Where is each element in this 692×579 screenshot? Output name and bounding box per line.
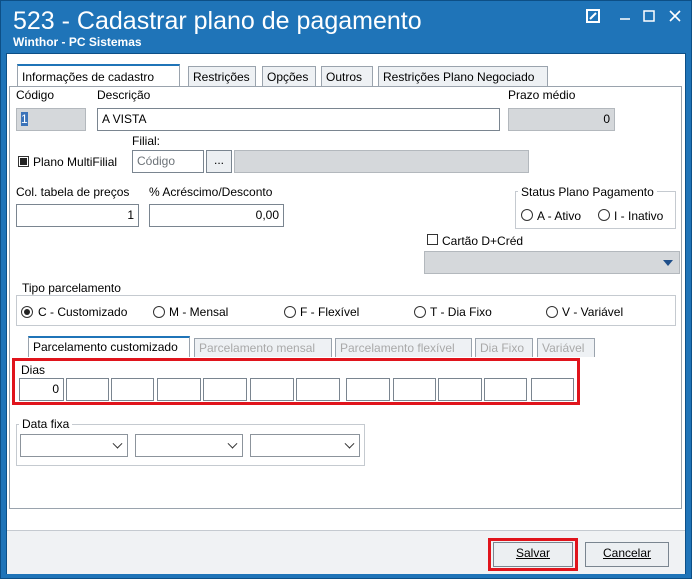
subtab-variavel[interactable]: Variável <box>537 338 595 357</box>
app-window: 523 - Cadastrar plano de pagamento Winth… <box>0 0 692 579</box>
dropdown-arrow-icon <box>663 260 673 266</box>
subtab-parcelamento-mensal[interactable]: Parcelamento mensal <box>194 338 332 357</box>
window-title: 523 - Cadastrar plano de pagamento <box>13 7 422 35</box>
dia-input-1[interactable]: 0 <box>19 378 64 401</box>
dia-input-2[interactable] <box>66 378 109 401</box>
data-fixa-dropdown-2[interactable] <box>135 434 243 457</box>
descricao-field[interactable]: A VISTA <box>97 108 500 131</box>
filial-name-field <box>234 150 529 173</box>
multifilial-checkbox[interactable] <box>18 156 29 167</box>
tipo-customizado-label: C - Customizado <box>38 305 128 319</box>
tab-informacoes-de-cadastro[interactable]: Informações de cadastro <box>17 64 180 88</box>
acrescimo-label: % Acréscimo/Desconto <box>149 185 273 199</box>
filial-search-button[interactable]: ... <box>206 150 232 173</box>
codigo-field[interactable]: 1 <box>16 108 86 131</box>
maximize-icon[interactable] <box>639 9 659 27</box>
tipo-flexivel-label: F - Flexível <box>300 305 360 319</box>
prazo-medio-field: 0 <box>508 108 615 131</box>
acrescimo-field[interactable]: 0,00 <box>149 204 284 227</box>
dia-input-4[interactable] <box>157 378 201 401</box>
status-inativo-radio[interactable] <box>598 209 610 221</box>
cartao-label: Cartão D+Créd <box>442 234 524 248</box>
minimize-icon[interactable] <box>615 9 635 27</box>
dia-input-10[interactable] <box>438 378 482 401</box>
data-fixa-dropdown-3[interactable] <box>250 434 360 457</box>
tab-outros[interactable]: Outros <box>321 66 373 87</box>
tipo-dia-fixo-radio[interactable] <box>414 306 426 318</box>
dias-label: Dias <box>21 363 46 377</box>
cartao-checkbox[interactable] <box>427 234 438 245</box>
tipo-dia-fixo-label: T - Dia Fixo <box>430 305 492 319</box>
filial-label: Filial: <box>132 134 161 148</box>
tipo-variavel-label: V - Variável <box>562 305 624 319</box>
dia-input-12[interactable] <box>531 378 574 401</box>
subtab-parcelamento-flexivel[interactable]: Parcelamento flexível <box>335 338 472 357</box>
descricao-label: Descrição <box>97 88 151 102</box>
chevron-down-icon <box>344 438 355 449</box>
edit-window-icon[interactable] <box>583 9 603 27</box>
chevron-down-icon <box>112 438 123 449</box>
footer-bar <box>7 530 685 574</box>
dia-input-11[interactable] <box>484 378 527 401</box>
dia-input-7[interactable] <box>296 378 340 401</box>
prazo-medio-label: Prazo médio <box>508 88 576 102</box>
tipo-variavel-radio[interactable] <box>546 306 558 318</box>
dia-input-3[interactable] <box>111 378 154 401</box>
codigo-value: 1 <box>21 112 28 126</box>
title-bar: 523 - Cadastrar plano de pagamento Winth… <box>1 1 691 51</box>
cartao-dropdown[interactable] <box>424 251 680 274</box>
dia-input-9[interactable] <box>393 378 436 401</box>
status-ativo-label: A - Ativo <box>537 209 582 223</box>
col-tabela-field[interactable]: 1 <box>16 204 139 227</box>
codigo-label: Código <box>16 88 55 102</box>
filial-code-input[interactable]: Código <box>132 150 204 173</box>
save-button-label: Salvar <box>515 546 550 560</box>
tab-restricoes-plano-negociado[interactable]: Restrições Plano Negociado <box>378 66 548 87</box>
tipo-customizado-radio[interactable] <box>21 306 33 318</box>
client-area: Informações de cadastro Restrições Opçõe… <box>6 53 686 574</box>
col-tabela-label: Col. tabela de preços <box>16 185 130 199</box>
window-subtitle: Winthor - PC Sistemas <box>13 35 142 49</box>
subtab-parcelamento-customizado[interactable]: Parcelamento customizado <box>28 336 190 357</box>
tipo-flexivel-radio[interactable] <box>284 306 296 318</box>
dia-input-5[interactable] <box>203 378 247 401</box>
multifilial-label: Plano MultiFilial <box>33 155 118 169</box>
cancel-button[interactable]: Cancelar <box>585 542 669 567</box>
status-ativo-radio[interactable] <box>521 209 533 221</box>
close-icon[interactable] <box>665 9 685 27</box>
save-button[interactable]: Salvar <box>493 542 573 567</box>
tab-opcoes[interactable]: Opções <box>262 66 316 87</box>
tipo-parcelamento-title: Tipo parcelamento <box>19 281 124 295</box>
tipo-mensal-radio[interactable] <box>153 306 165 318</box>
tipo-mensal-label: M - Mensal <box>169 305 229 319</box>
tab-restricoes[interactable]: Restrições <box>188 66 256 87</box>
status-group-title: Status Plano Pagamento <box>518 185 657 199</box>
data-fixa-title: Data fixa <box>19 417 73 431</box>
status-inativo-label: I - Inativo <box>614 209 664 223</box>
data-fixa-dropdown-1[interactable] <box>20 434 128 457</box>
chevron-down-icon <box>227 438 238 449</box>
dia-input-6[interactable] <box>250 378 294 401</box>
subtab-dia-fixo[interactable]: Dia Fixo <box>475 338 533 357</box>
dia-input-8[interactable] <box>346 378 390 401</box>
cancel-button-label: Cancelar <box>602 546 652 560</box>
